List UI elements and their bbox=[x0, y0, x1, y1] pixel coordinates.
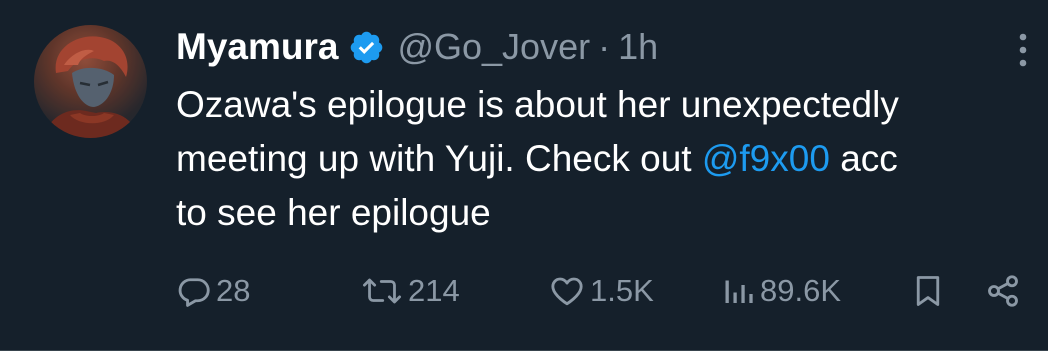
share-button[interactable] bbox=[984, 266, 1022, 316]
avatar[interactable] bbox=[34, 25, 147, 138]
reply-count: 28 bbox=[216, 273, 251, 308]
view-count: 89.6K bbox=[760, 273, 842, 308]
mention-link[interactable]: @f9x00 bbox=[702, 138, 830, 179]
reply-button[interactable]: 28 bbox=[176, 266, 250, 316]
tweet-text-line: to see her epilogue bbox=[176, 192, 491, 233]
more-vertical-icon[interactable] bbox=[1012, 30, 1034, 70]
tweet-header: Myamura @Go_Jover · 1h bbox=[176, 22, 658, 72]
retweet-icon bbox=[360, 273, 404, 309]
author-handle[interactable]: @Go_Jover bbox=[397, 26, 590, 68]
retweet-button[interactable]: 214 bbox=[360, 266, 460, 316]
author-display-name[interactable]: Myamura bbox=[176, 26, 338, 68]
analytics-icon bbox=[722, 273, 756, 309]
action-bar: 28 214 1.5K 89.6K bbox=[0, 266, 1048, 316]
tweet-text-segment: meeting up with Yuji. Check out bbox=[176, 138, 702, 179]
tweet-text-line: Ozawa's epilogue is about her unexpected… bbox=[176, 84, 899, 125]
timestamp[interactable]: 1h bbox=[618, 26, 658, 68]
verified-badge-icon[interactable] bbox=[348, 29, 385, 66]
share-icon bbox=[984, 273, 1022, 309]
tweet-text-line: meeting up with Yuji. Check out @f9x00 a… bbox=[176, 132, 1026, 186]
retweet-count: 214 bbox=[408, 273, 460, 308]
separator-dot: · bbox=[598, 26, 611, 67]
bookmark-icon bbox=[910, 272, 946, 310]
tweet-text: Ozawa's epilogue is about her unexpected… bbox=[176, 78, 1026, 240]
like-button[interactable]: 1.5K bbox=[548, 266, 654, 316]
reply-icon bbox=[176, 273, 212, 309]
tweet-text-segment: acc bbox=[829, 138, 898, 179]
like-count: 1.5K bbox=[590, 273, 654, 308]
views-button[interactable]: 89.6K bbox=[722, 266, 841, 316]
heart-icon bbox=[548, 273, 586, 309]
bookmark-button[interactable] bbox=[910, 266, 946, 316]
tweet-card[interactable]: Myamura @Go_Jover · 1h Ozawa's epilogue … bbox=[0, 0, 1048, 351]
